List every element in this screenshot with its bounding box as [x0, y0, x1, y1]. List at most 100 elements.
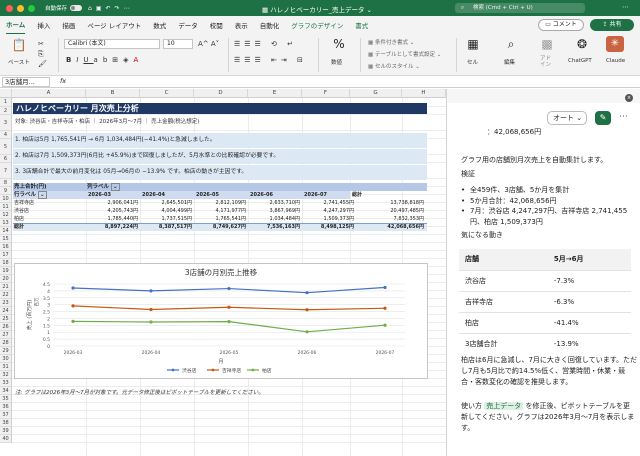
apply-icon[interactable]: ✎ [595, 111, 611, 125]
column-header[interactable]: H [402, 89, 446, 98]
pivot-cell[interactable]: 4,004,499円 [140, 207, 192, 215]
bold-icon[interactable]: B [66, 56, 76, 64]
row-header[interactable]: 39 [0, 427, 12, 435]
row-header[interactable]: 7 [0, 163, 12, 179]
row-header[interactable]: 29 [0, 347, 12, 355]
pivot-cell[interactable]: 1,785,440円 [86, 215, 138, 223]
pivot-column-label[interactable]: 列ラベル ⌄ [87, 183, 120, 191]
row-header[interactable]: 27 [0, 331, 12, 339]
mode-select[interactable]: オート ⌄ [547, 111, 587, 125]
pivot-cell[interactable]: 3,867,969円 [248, 207, 300, 215]
pivot-row-name[interactable]: 総計 [14, 223, 24, 231]
pivot-cell[interactable]: 8,897,224円 [86, 223, 138, 231]
row-header[interactable]: 20 [0, 275, 12, 283]
pivot-sum-label[interactable]: 売上合計(円) [14, 183, 47, 191]
cut-icon[interactable]: ✂ [38, 40, 44, 48]
align-bottom-buttons[interactable]: ☰☰☰ ⇤⇥ ⊟ [234, 56, 307, 64]
note-2[interactable]: 2. 柏店は7月 1,509,373円(6月比 +45.9%)まで回復しましたが… [13, 149, 427, 164]
pivot-cell[interactable]: 1,765,541円 [194, 215, 246, 223]
filter-dropdown-icon[interactable]: ⌄ [110, 183, 120, 191]
tab-formulas[interactable]: 数式 [153, 16, 166, 34]
pivot-month-header[interactable]: 2026-04 [142, 191, 165, 199]
row-header[interactable]: 28 [0, 339, 12, 347]
pivot-total-header[interactable]: 総計 [352, 191, 362, 199]
row-header[interactable]: 36 [0, 403, 12, 411]
row-header[interactable]: 15 [0, 235, 12, 243]
tab-draw[interactable]: 描画 [62, 16, 75, 34]
row-header[interactable]: 33 [0, 379, 12, 387]
pivot-row-name[interactable]: 柏店 [14, 215, 24, 223]
align-top-buttons[interactable]: ☰☰☰ ⟲ ↵ [234, 40, 297, 48]
column-header[interactable]: G [350, 89, 402, 98]
home-icon[interactable]: ⌂ [88, 5, 96, 12]
row-header[interactable]: 38 [0, 419, 12, 427]
more-icon[interactable]: ⋯ [124, 5, 134, 12]
row-header[interactable]: 40 [0, 435, 12, 443]
row-header[interactable]: 30 [0, 355, 12, 363]
row-header[interactable]: 31 [0, 363, 12, 371]
comment-button[interactable]: ▭ コメント [538, 19, 584, 31]
pivot-cell[interactable]: 7,832,353円 [350, 215, 424, 223]
tab-view[interactable]: 表示 [235, 16, 248, 34]
row-header[interactable]: 18 [0, 259, 12, 267]
row-header[interactable]: 13 [0, 219, 12, 227]
pivot-month-header[interactable]: 2026-06 [250, 191, 273, 199]
row-header[interactable]: 19 [0, 267, 12, 275]
search-input[interactable]: ⌕ 検索 (Cmd + Ctrl + U) [455, 3, 585, 13]
autosave-toggle[interactable] [70, 5, 83, 11]
row-header[interactable]: 22 [0, 291, 12, 299]
pivot-cell[interactable]: 13,738,818円 [350, 199, 424, 207]
underline-icon[interactable]: U [83, 56, 93, 64]
pivot-cell[interactable]: 42,068,656円 [350, 223, 424, 231]
pivot-cell[interactable]: 4,205,743円 [86, 207, 138, 215]
pivot-month-header[interactable]: 2026-05 [196, 191, 219, 199]
row-header[interactable]: 24 [0, 307, 12, 315]
name-box[interactable]: 3店舗月... [2, 77, 50, 87]
close-icon[interactable]: × [625, 94, 633, 102]
row-header[interactable]: 25 [0, 315, 12, 323]
function-icon[interactable]: fx [60, 77, 66, 85]
conditional-format-button[interactable]: ▦ 条件付き書式 ⌄ [368, 38, 414, 46]
chatgpt-icon[interactable]: ❂ [568, 37, 596, 51]
pivot-row-label[interactable]: 行ラベル ⌄ [14, 191, 47, 199]
pivot-month-header[interactable]: 2026-07 [304, 191, 327, 199]
row-header[interactable]: 14 [0, 227, 12, 235]
row-header[interactable]: 1 [0, 98, 12, 107]
more-options-icon[interactable]: ⋯ [619, 112, 628, 122]
row-header[interactable]: 12 [0, 211, 12, 219]
row-header[interactable]: 16 [0, 243, 12, 251]
pivot-cell[interactable]: 20,497,485円 [350, 207, 424, 215]
row-header[interactable]: 26 [0, 323, 12, 331]
strikethrough-icon[interactable]: ab [94, 56, 113, 64]
row-header[interactable]: 32 [0, 371, 12, 379]
column-header[interactable]: F [302, 89, 350, 98]
pivot-cell[interactable]: 2,645,501円 [140, 199, 192, 207]
row-header[interactable]: 11 [0, 203, 12, 211]
tab-chart-design[interactable]: グラフのデザイン [291, 16, 343, 34]
pivot-cell[interactable]: 8,498,125円 [302, 223, 354, 231]
minimize-window-button[interactable] [17, 4, 24, 12]
share-button[interactable]: ⇪ 共有 [590, 19, 634, 31]
row-header[interactable]: 8 [0, 179, 12, 187]
column-header[interactable]: A [12, 89, 86, 98]
tab-insert[interactable]: 挿入 [37, 16, 50, 34]
pivot-cell[interactable]: 1,034,484円 [248, 215, 300, 223]
column-header[interactable]: D [194, 89, 248, 98]
pivot-cell[interactable]: 4,247,297円 [302, 207, 354, 215]
row-header[interactable]: 2 [0, 107, 12, 115]
tab-home[interactable]: ホーム [6, 15, 26, 35]
tab-review[interactable]: 校閲 [210, 16, 223, 34]
pivot-cell[interactable]: 1,509,373円 [302, 215, 354, 223]
redo-icon[interactable]: ↷ [115, 5, 124, 12]
row-header[interactable]: 17 [0, 251, 12, 259]
pivot-row-name[interactable]: 渋谷店 [14, 207, 29, 215]
sheet-subtitle[interactable]: 対象: 渋谷店・吉祥寺店・柏店 ｜ 2026年3月〜7月 ｜ 売上金額(税込想定… [15, 117, 199, 125]
note-1[interactable]: 1. 柏店は5月 1,765,541円 → 6月 1,034,484円(−41.… [13, 133, 427, 148]
fill-color-icon[interactable]: ◈ [123, 56, 133, 64]
tab-format[interactable]: 書式 [355, 16, 368, 34]
addin-icon[interactable]: ▩ [536, 37, 558, 51]
row-header[interactable]: 3 [0, 115, 12, 131]
row-header[interactable]: 21 [0, 283, 12, 291]
column-header[interactable]: C [140, 89, 194, 98]
pivot-cell[interactable]: 2,741,455円 [302, 199, 354, 207]
